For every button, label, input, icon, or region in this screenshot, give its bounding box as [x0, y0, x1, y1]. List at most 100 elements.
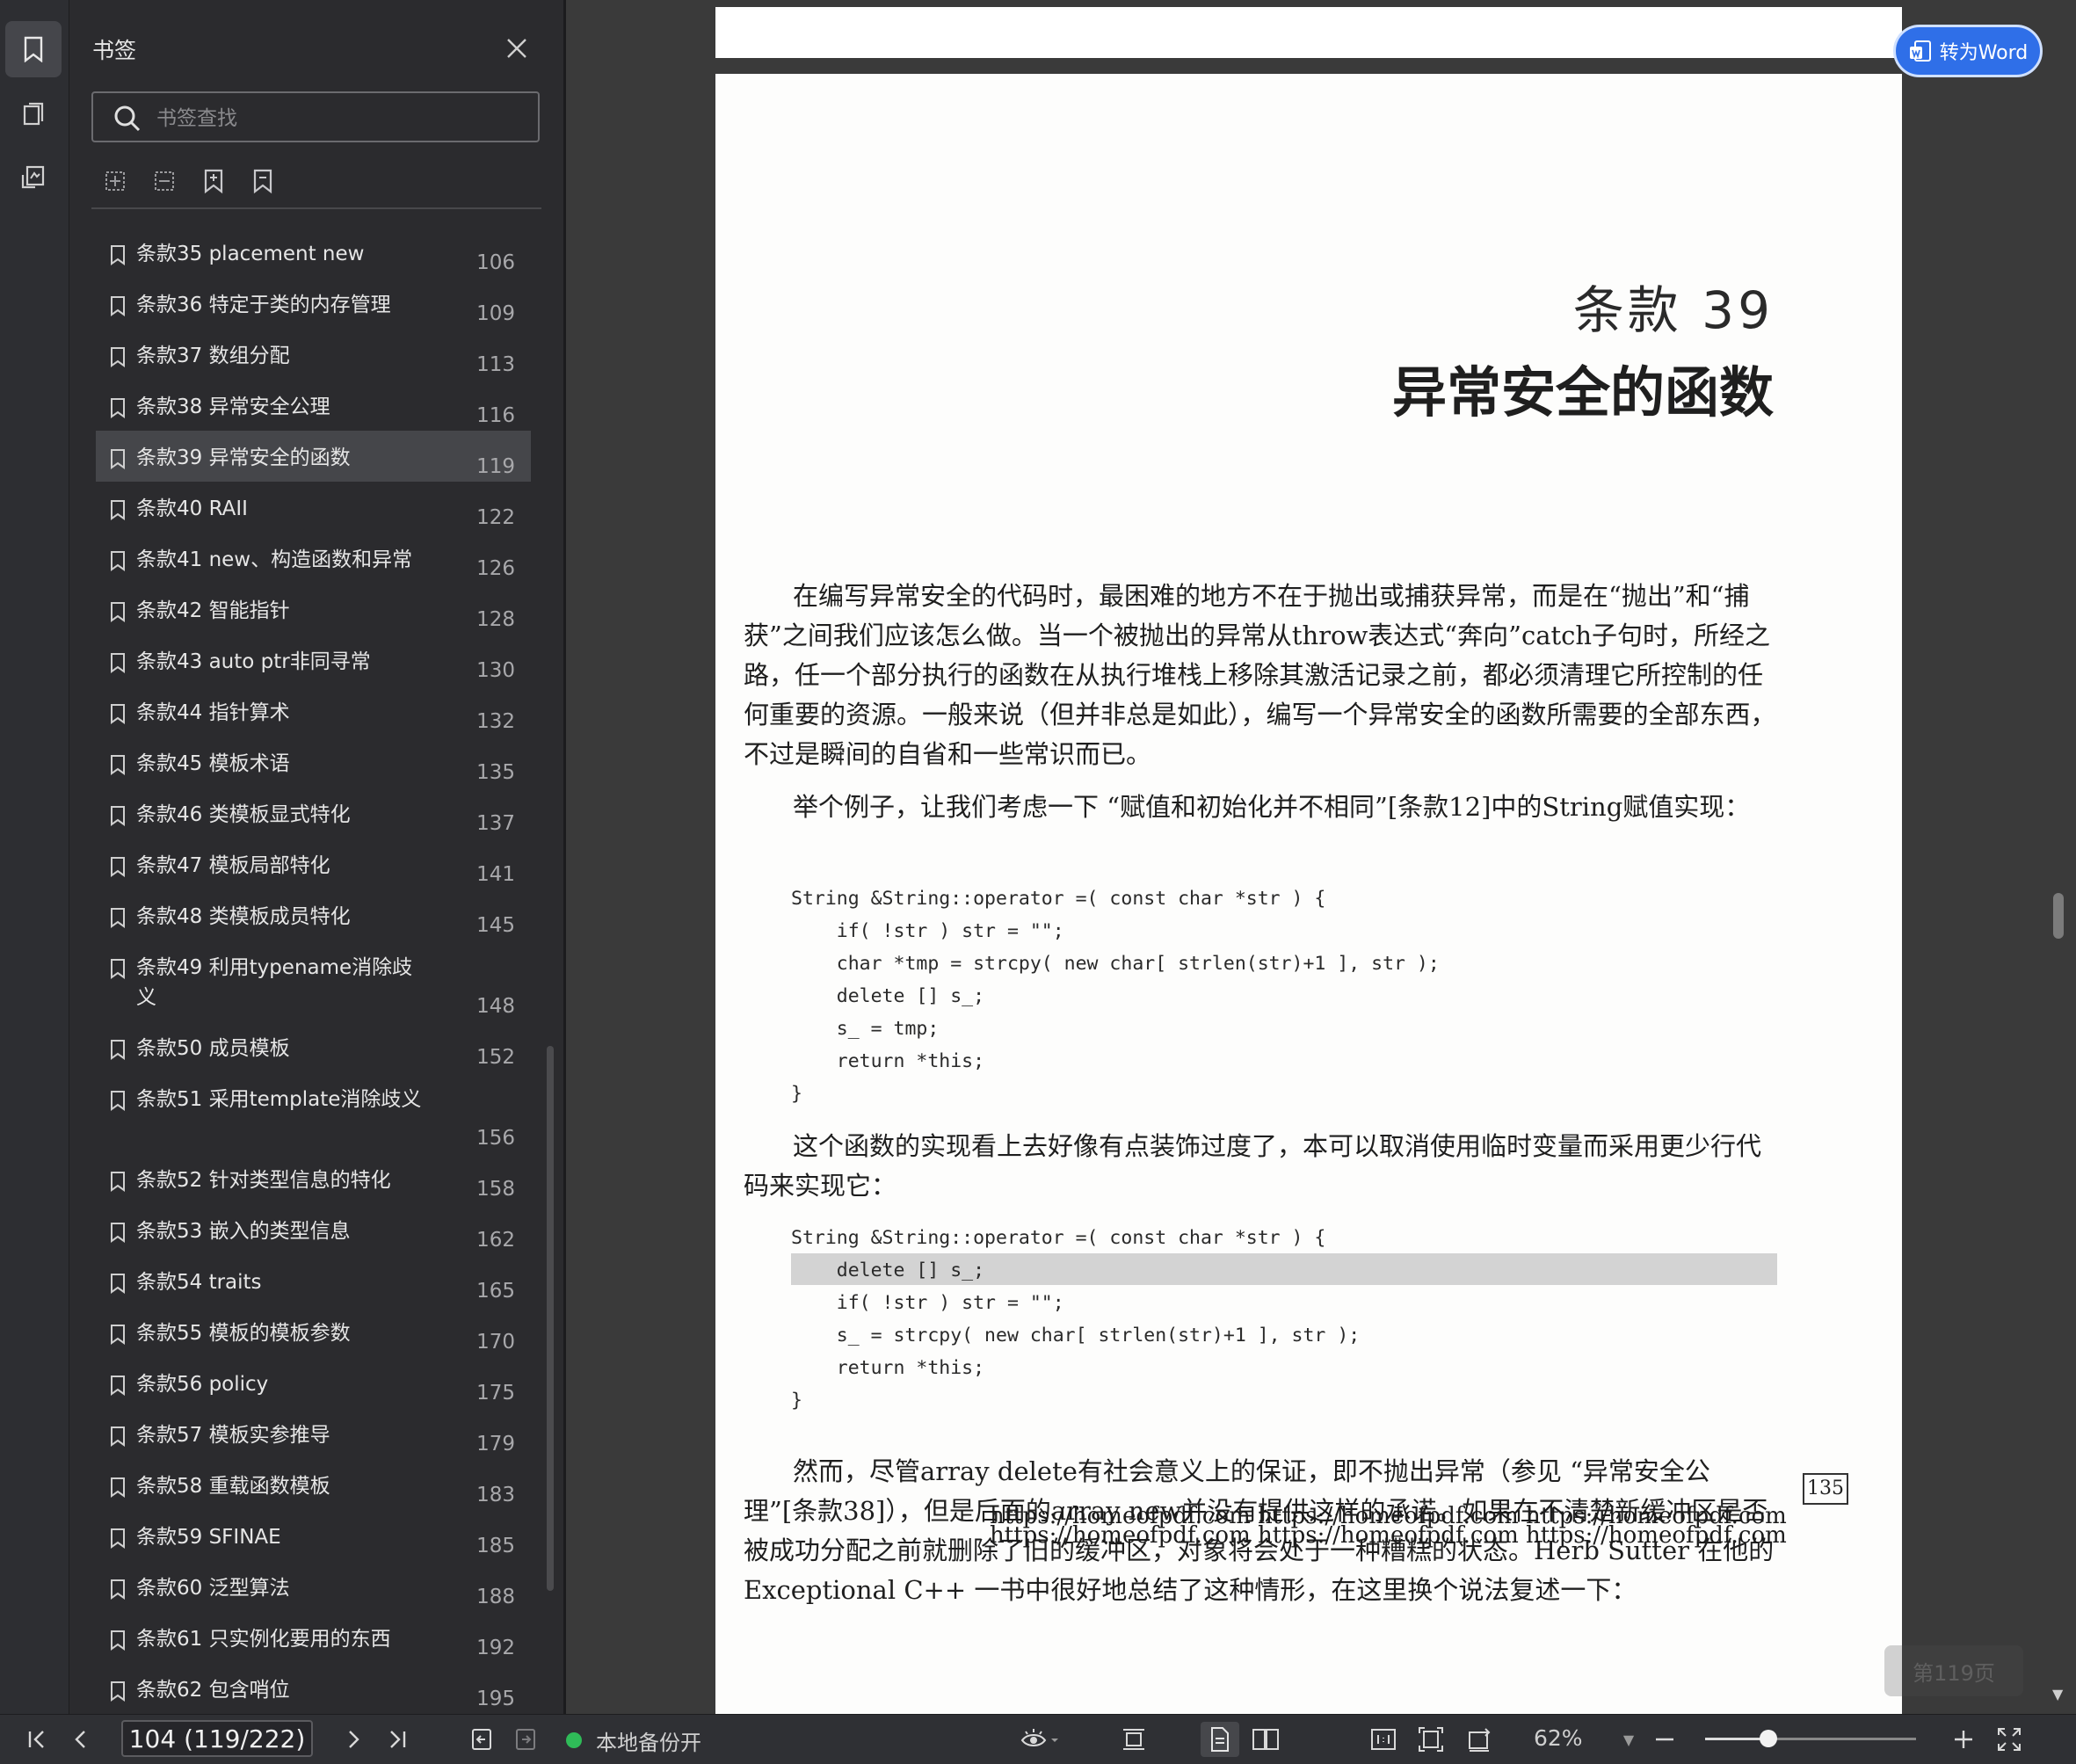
word-icon [1909, 40, 1931, 62]
zoom-out-icon[interactable] [1647, 1722, 1682, 1757]
remove-bookmark-icon[interactable] [249, 167, 280, 199]
zoom-slider-handle[interactable] [1760, 1730, 1777, 1747]
bookmark-icon [111, 959, 125, 979]
code-line: delete [] s_; [791, 1259, 985, 1281]
bookmark-icon [111, 1325, 125, 1345]
zoom-level[interactable]: 62% [1534, 1725, 1583, 1751]
thumbnail-panel-icon[interactable] [5, 86, 62, 142]
two-page-icon[interactable] [1248, 1722, 1283, 1757]
bookmark-label: 条款62 包含哨位 [136, 1679, 290, 1702]
next-page-icon[interactable] [336, 1722, 371, 1757]
bookmark-page: 195 [476, 1688, 515, 1710]
panel-scrollbar[interactable] [547, 1046, 554, 1591]
bookmark-page: 122 [476, 506, 515, 529]
bookmark-item[interactable]: 条款53 嵌入的类型信息 162 [96, 1204, 531, 1255]
bookmark-label: 条款48 类模板成员特化 [136, 905, 351, 928]
bookmark-item[interactable]: 条款54 traits 165 [96, 1255, 531, 1306]
actual-size-icon[interactable] [1366, 1722, 1401, 1757]
eye-protection-icon[interactable] [1016, 1722, 1065, 1757]
bookmark-page: 109 [476, 302, 515, 325]
bookmark-item[interactable]: 条款59 SFINAE 185 [96, 1510, 531, 1561]
first-page-icon[interactable] [19, 1722, 54, 1757]
bookmark-item[interactable]: 条款61 只实例化要用的东西 192 [96, 1612, 531, 1663]
last-page-icon[interactable] [380, 1722, 415, 1757]
bookmark-page: 148 [476, 995, 515, 1018]
bookmark-item[interactable]: 条款44 指针算术 132 [96, 686, 531, 737]
bookmark-item[interactable]: 条款52 针对类型信息的特化 158 [96, 1153, 531, 1204]
bookmark-item[interactable]: 条款47 模板局部特化 141 [96, 838, 531, 889]
bookmark-item[interactable]: 条款35 placement new 106 [96, 227, 531, 278]
bookmark-item[interactable]: 条款40 RAII 122 [96, 482, 531, 533]
bookmark-icon [111, 755, 125, 775]
bookmark-page: 158 [476, 1178, 515, 1201]
bookmark-item[interactable]: 条款43 auto ptr非同寻常 130 [96, 635, 531, 686]
bookmark-label: 条款43 auto ptr非同寻常 [136, 650, 371, 673]
bookmark-icon [111, 1528, 125, 1549]
bookmark-item[interactable]: 条款57 模板实参推导 179 [96, 1408, 531, 1459]
bookmark-item[interactable]: 条款62 包含哨位 195 [96, 1663, 531, 1714]
bookmark-item[interactable]: 条款46 类模板显式特化 137 [96, 788, 531, 838]
document-view: 条款 39 异常安全的函数 在编写异常安全的代码时，最困难的地方不在于抛出或捕获… [566, 0, 2076, 1714]
bookmark-icon [111, 500, 125, 520]
bookmark-item[interactable]: 条款49 利用typename消除歧义 148 [96, 940, 531, 1021]
bookmark-label: 条款41 new、构造函数和异常 [136, 548, 413, 571]
bookmark-item[interactable]: 条款58 重载函数模板 183 [96, 1459, 531, 1510]
fullscreen-icon[interactable] [1992, 1722, 2027, 1757]
bookmark-panel: 书签 条款35 placement new 106 条款36 特定于类的内存管理 10… [69, 0, 566, 1714]
bookmark-page: 165 [476, 1280, 515, 1303]
bookmark-item[interactable]: 条款41 new、构造函数和异常 126 [96, 533, 531, 584]
code-line: return *this; [791, 1357, 985, 1379]
bookmark-page: 192 [476, 1637, 515, 1659]
bookmark-page: 175 [476, 1382, 515, 1405]
close-icon[interactable] [504, 35, 530, 62]
bookmark-page: 113 [476, 353, 515, 376]
previous-page-icon[interactable] [63, 1722, 98, 1757]
fit-page-icon[interactable] [1413, 1722, 1448, 1757]
rotate-page-icon[interactable] [1461, 1722, 1496, 1757]
code-line: } [791, 1390, 802, 1412]
bookmark-item[interactable]: 条款36 特定于类的内存管理 109 [96, 278, 531, 329]
backup-status-label[interactable]: 本地备份开 [596, 1725, 701, 1756]
bookmark-page: 130 [476, 659, 515, 682]
zoom-dropdown-icon[interactable]: ▼ [1615, 1722, 1642, 1757]
bookmark-item[interactable]: 条款60 泛型算法 188 [96, 1561, 531, 1612]
convert-to-word-button[interactable]: 转为Word [1893, 25, 2043, 77]
code-line: s_ = tmp; [791, 1018, 940, 1040]
bookmark-icon [111, 704, 125, 724]
code-line: s_ = strcpy( new char[ strlen(str)+1 ], … [791, 1325, 1361, 1347]
bookmark-page: 106 [476, 251, 515, 274]
annotation-panel-icon[interactable] [5, 149, 62, 206]
bookmark-icon [111, 347, 125, 367]
collapse-all-icon[interactable] [150, 167, 182, 199]
bookmark-item[interactable]: 条款38 异常安全公理 116 [96, 380, 531, 431]
bookmark-item[interactable]: 条款56 policy 175 [96, 1357, 531, 1408]
bookmark-item[interactable]: 条款51 采用template消除歧义 156 [96, 1072, 531, 1153]
search-input[interactable] [155, 102, 527, 135]
add-bookmark-icon[interactable] [200, 167, 231, 199]
zoom-in-icon[interactable] [1946, 1722, 1981, 1757]
bookmark-item[interactable]: 条款55 模板的模板参数 170 [96, 1306, 531, 1357]
bookmark-item[interactable]: 条款39 异常安全的函数 119 [96, 431, 531, 482]
paragraph-2: 举个例子，让我们考虑一下 “赋值和初始化并不相同”[条款12]中的String赋… [793, 792, 1751, 822]
bookmark-search-box[interactable] [91, 91, 540, 142]
back-history-icon[interactable] [464, 1722, 499, 1757]
bookmark-item[interactable]: 条款42 智能指针 128 [96, 584, 531, 635]
bookmark-item[interactable]: 条款45 模板术语 135 [96, 737, 531, 788]
page-number-input[interactable] [121, 1720, 313, 1757]
expand-all-icon[interactable] [101, 167, 133, 199]
bookmark-icon [111, 398, 125, 418]
scroll-down-arrow-icon[interactable]: ▼ [2052, 1686, 2063, 1702]
bookmark-panel-icon[interactable] [5, 21, 62, 77]
watermark-line-2: https://homeofpdf.com https://homeofpdf.… [990, 1522, 1787, 1549]
bookmark-item[interactable]: 条款50 成员模板 152 [96, 1021, 531, 1072]
bookmark-label: 条款57 模板实参推导 [136, 1424, 330, 1447]
document-scrollbar[interactable] [2053, 893, 2064, 939]
bookmark-icon [111, 1274, 125, 1294]
code-line: } [791, 1083, 802, 1105]
single-page-icon[interactable] [1201, 1722, 1239, 1757]
forward-history-icon[interactable] [508, 1722, 543, 1757]
bookmark-item[interactable]: 条款37 数组分配 113 [96, 329, 531, 380]
bookmark-icon [111, 1579, 125, 1600]
continuous-scroll-icon[interactable] [1116, 1722, 1151, 1757]
bookmark-item[interactable]: 条款48 类模板成员特化 145 [96, 889, 531, 940]
